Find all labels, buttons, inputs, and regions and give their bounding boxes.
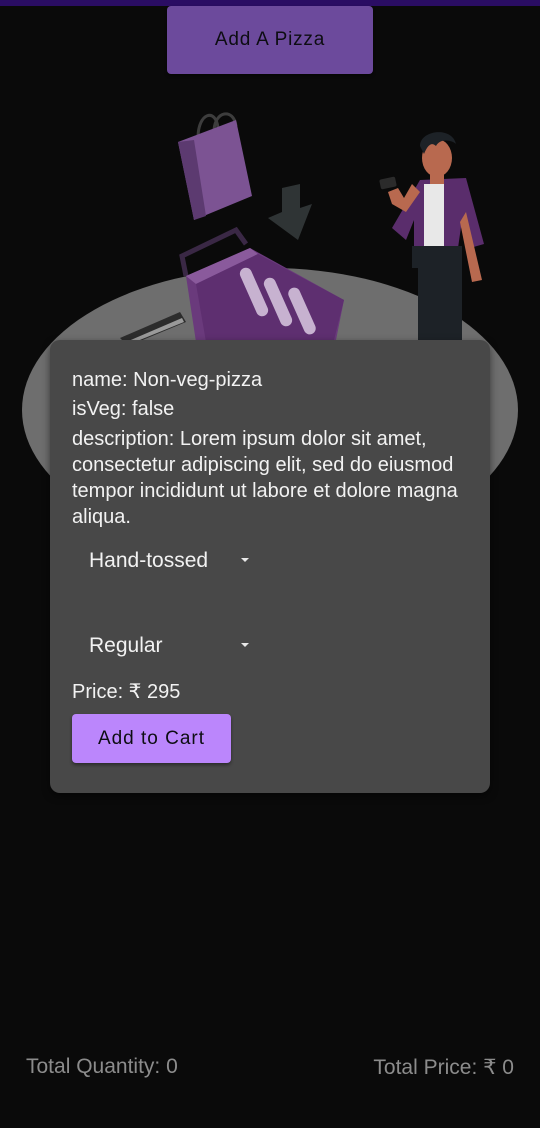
pizza-veg-status: isVeg: false [72, 398, 175, 420]
total-quantity: Total Quantity: 0 [26, 1055, 178, 1078]
crust-dropdown-value: Hand-tossed [89, 549, 209, 572]
app-screen: Add A Pizza name: Non-veg-pizza isVeg: f… [0, 0, 540, 1128]
chevron-down-icon [241, 643, 249, 647]
down-arrow-icon [268, 184, 312, 240]
shopping-bag-icon [178, 112, 252, 220]
crust-dropdown[interactable]: Hand-tossed [89, 544, 259, 578]
chevron-down-icon [241, 558, 249, 562]
total-price: Total Price: ₹ 0 [373, 1056, 514, 1079]
size-dropdown-value: Regular [89, 634, 163, 657]
pizza-name: name: Non-veg-pizza [72, 369, 263, 391]
add-to-cart-button[interactable]: Add to Cart [72, 714, 231, 763]
pizza-description: description: Lorem ipsum dolor sit amet,… [72, 428, 458, 528]
add-pizza-button[interactable]: Add A Pizza [167, 6, 373, 74]
pizza-price: Price: ₹ 295 [72, 681, 181, 703]
pizza-card: name: Non-veg-pizza isVeg: false descrip… [50, 340, 490, 793]
size-dropdown[interactable]: Regular [89, 629, 259, 663]
